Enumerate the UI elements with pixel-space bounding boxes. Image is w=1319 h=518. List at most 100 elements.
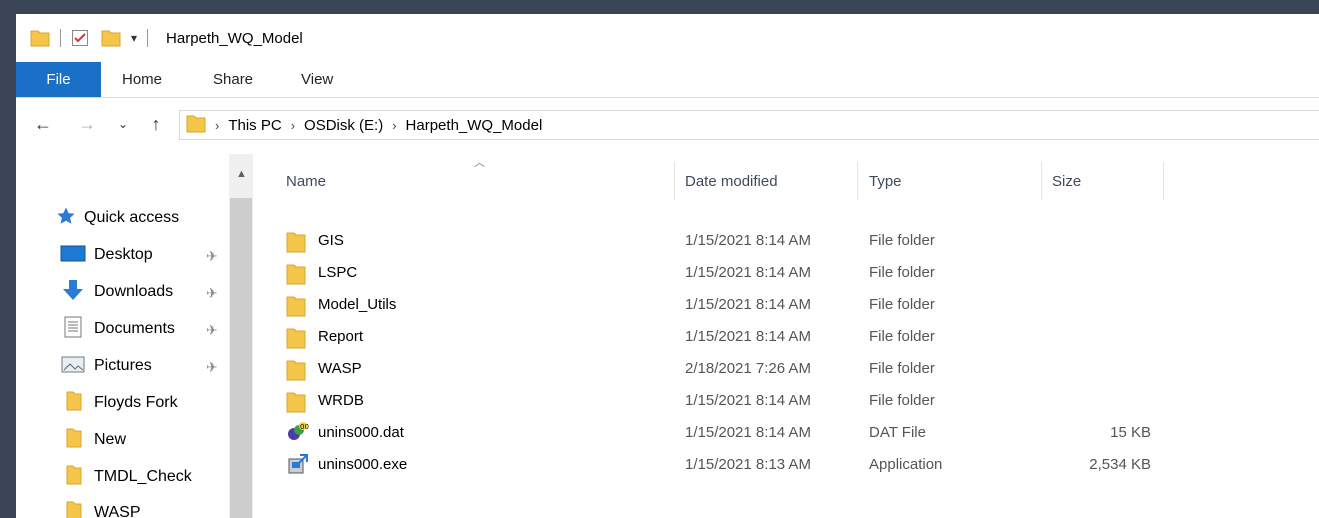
nav-item-desktop[interactable]: Desktop [60,238,153,272]
scrollbar-thumb[interactable] [230,198,252,518]
file-date: 1/15/2021 8:14 AM [685,392,811,409]
column-header-date-modified[interactable]: Date modified [685,168,778,196]
folder-icon [286,295,306,322]
file-name: Report [318,328,364,345]
file-date: 1/15/2021 8:13 AM [685,456,811,473]
file-type: File folder [869,296,935,313]
file-row[interactable]: WRDB 1/15/2021 8:14 AM File folder [286,385,1166,417]
file-size [1041,225,1151,257]
installer-icon [286,453,310,480]
nav-item-new[interactable]: New [60,423,126,457]
new-folder-icon[interactable] [101,29,121,47]
file-date: 2/18/2021 7:26 AM [685,360,811,377]
window-title: Harpeth_WQ_Model [166,29,303,47]
breadcrumb-this-pc[interactable]: This PC [228,117,281,134]
properties-icon[interactable] [71,29,89,47]
file-type: File folder [869,264,935,281]
folder-icon [286,231,306,258]
file-date: 1/15/2021 8:14 AM [685,328,811,345]
nav-item-wasp[interactable]: WASP [60,496,141,518]
file-size: 2,534 KB [1089,456,1151,473]
file-type: File folder [869,392,935,409]
nav-item-pictures[interactable]: Pictures [60,349,152,383]
column-header-size[interactable]: Size [1052,168,1081,196]
download-icon [60,279,86,306]
folder-icon [186,113,206,138]
tab-share[interactable]: Share [213,62,253,97]
file-size [1041,289,1151,321]
column-header-type[interactable]: Type [869,168,902,196]
scroll-up-icon[interactable]: ▲ [236,168,247,180]
folder-icon [286,327,306,354]
recent-locations-icon[interactable]: ⌄ [116,110,130,138]
file-list: ︿ Name Date modified Type Size GIS 1/15/… [256,154,1319,518]
file-name: unins000.dat [318,424,404,441]
up-arrow-icon[interactable]: ↑ [146,110,166,138]
file-row[interactable]: Report 1/15/2021 8:14 AM File folder [286,321,1166,353]
tab-view[interactable]: View [301,62,333,97]
folder-icon [60,464,86,491]
file-row[interactable]: 00 unins000.dat 1/15/2021 8:14 AM DAT Fi… [286,417,1166,449]
forward-arrow-icon[interactable]: → [76,110,98,138]
folder-icon [60,390,86,417]
file-row[interactable]: Model_Utils 1/15/2021 8:14 AM File folde… [286,289,1166,321]
nav-item-floyds-fork[interactable]: Floyds Fork [60,386,178,420]
file-name: GIS [318,232,344,249]
nav-item-downloads[interactable]: Downloads [60,275,173,309]
file-date: 1/15/2021 8:14 AM [685,424,811,441]
pin-icon[interactable]: ✈ [206,285,218,302]
column-header-name[interactable]: Name [286,168,326,196]
nav-item-documents[interactable]: Documents [60,312,175,346]
chevron-right-icon[interactable]: › [392,118,396,133]
pin-icon[interactable]: ✈ [206,322,218,339]
customize-dropdown-icon[interactable]: ▾ [131,31,137,45]
file-type: Application [869,456,943,473]
folder-icon [60,427,86,454]
file-name: unins000.exe [318,456,408,473]
nav-item-quick-access[interactable]: Quick access [56,201,179,235]
file-row[interactable]: GIS 1/15/2021 8:14 AM File folder [286,225,1166,257]
title-bar: ▾ Harpeth_WQ_Model [16,14,1319,62]
nav-pane-scrollbar[interactable]: ▲ [229,154,253,518]
file-date: 1/15/2021 8:14 AM [685,264,811,281]
navigation-bar: ← → ⌄ ↑ › This PC › OSDisk (E:) › Harpet… [16,98,1319,150]
file-size [1041,385,1151,417]
documents-icon [60,316,86,343]
chevron-right-icon[interactable]: › [291,118,295,133]
pictures-icon [60,354,86,379]
pin-icon[interactable]: ✈ [206,359,218,376]
address-bar[interactable]: › This PC › OSDisk (E:) › Harpeth_WQ_Mod… [179,110,1319,140]
folder-icon [286,359,306,386]
file-date: 1/15/2021 8:14 AM [685,232,811,249]
folder-icon [60,500,86,518]
star-icon [56,206,76,231]
breadcrumb-osdisk[interactable]: OSDisk (E:) [304,117,383,134]
back-arrow-icon[interactable]: ← [32,110,54,138]
nav-item-tmdl-check[interactable]: TMDL_Check [60,460,192,494]
file-row[interactable]: unins000.exe 1/15/2021 8:13 AM Applicati… [286,449,1166,481]
file-name: LSPC [318,264,358,281]
folder-icon [30,29,50,47]
tab-file[interactable]: File [16,62,101,97]
breadcrumb-current-folder[interactable]: Harpeth_WQ_Model [406,117,543,134]
file-type: DAT File [869,424,926,441]
file-date: 1/15/2021 8:14 AM [685,296,811,313]
file-type: File folder [869,360,935,377]
folder-icon [286,263,306,290]
pin-icon[interactable]: ✈ [206,248,218,265]
navigation-pane: Quick access Desktop Downloads Documents… [16,154,254,518]
tab-home[interactable]: Home [122,62,162,97]
svg-text:00: 00 [300,423,309,431]
file-size [1041,257,1151,289]
folder-icon [286,391,306,418]
file-row[interactable]: WASP 2/18/2021 7:26 AM File folder [286,353,1166,385]
file-size [1041,321,1151,353]
file-row[interactable]: LSPC 1/15/2021 8:14 AM File folder [286,257,1166,289]
file-type: File folder [869,232,935,249]
chevron-right-icon[interactable]: › [215,118,219,133]
file-name: Model_Utils [318,296,397,313]
explorer-window: ▾ Harpeth_WQ_Model File Home Share View … [16,14,1319,518]
file-name: WRDB [318,392,364,409]
desktop-icon [60,243,86,268]
ribbon-tabs: File Home Share View [16,62,1319,98]
